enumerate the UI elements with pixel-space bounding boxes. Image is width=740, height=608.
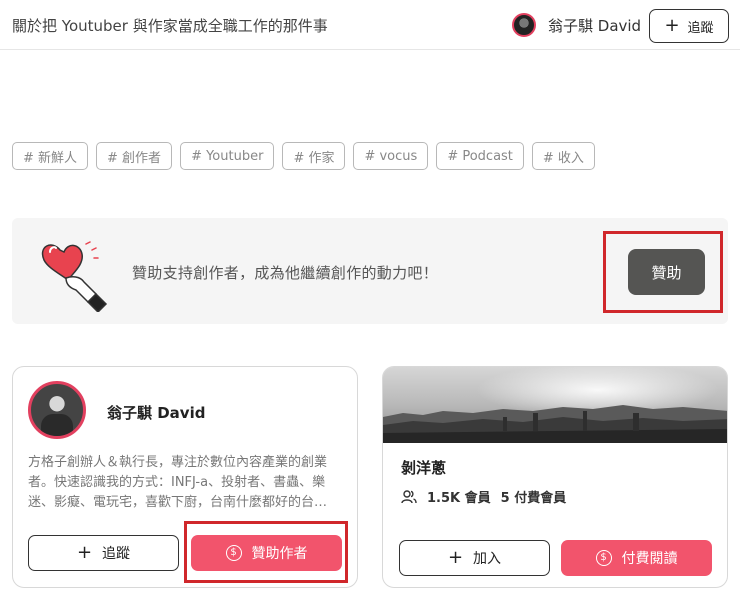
author-name[interactable]: 翁子騏 David (107, 402, 205, 423)
top-header: 關於把 Youtuber 與作家當成全職工作的那件事 翁子騏 David + 追… (0, 0, 740, 50)
tag-item[interactable]: # vocus (353, 142, 429, 170)
author-follow-label: 追蹤 (102, 546, 131, 562)
plus-icon: + (664, 15, 680, 36)
paid-read-button[interactable]: $ 付費閱讀 (561, 540, 712, 576)
heart-hand-icon (41, 241, 108, 312)
club-members-count: 1.5K 會員 (427, 491, 491, 506)
club-join-button[interactable]: + 加入 (399, 540, 550, 576)
club-card: 剝洋蔥 1.5K 會員 5 付費會員 + 加入 $ 付費閱讀 (382, 366, 728, 588)
tag-list: # 新鮮人 # 創作者 # Youtuber # 作家 # vocus # Po… (12, 142, 595, 170)
highlight-box (603, 231, 723, 313)
club-cover-image (383, 367, 727, 443)
tag-item[interactable]: # Youtuber (180, 142, 275, 170)
article-title: 關於把 Youtuber 與作家當成全職工作的那件事 (12, 17, 328, 35)
club-paid-members-count: 5 付費會員 (500, 491, 567, 506)
tag-item[interactable]: # 新鮮人 (12, 142, 89, 170)
members-icon (401, 489, 417, 503)
plus-icon: + (76, 542, 93, 563)
club-name[interactable]: 剝洋蔥 (401, 457, 446, 478)
tag-item[interactable]: # 創作者 (96, 142, 173, 170)
tag-item[interactable]: # 作家 (282, 142, 346, 170)
paid-read-label: 付費閱讀 (621, 551, 678, 567)
plus-icon: + (447, 547, 464, 568)
tag-item[interactable]: # 收入 (531, 142, 595, 170)
author-avatar[interactable] (28, 381, 86, 439)
header-follow-label: 追蹤 (687, 20, 714, 36)
author-follow-button[interactable]: + 追蹤 (28, 535, 179, 571)
highlight-box (184, 521, 348, 583)
author-bio: 方格子創辦人＆執行長，專注於數位內容產業的創業者。快速認識我的方式：INFJ-a… (28, 455, 328, 510)
header-author-name[interactable]: 翁子騏 David (548, 15, 641, 36)
club-join-label: 加入 (473, 551, 502, 567)
sponsor-banner-text: 贊助支持創作者，成為他繼續創作的動力吧！ (132, 264, 439, 282)
dollar-circle-icon: $ (595, 550, 612, 566)
header-follow-button[interactable]: + 追蹤 (649, 9, 729, 43)
author-avatar-small[interactable] (512, 13, 536, 37)
tag-item[interactable]: # Podcast (436, 142, 524, 170)
club-stats: 1.5K 會員 5 付費會員 (401, 487, 566, 506)
